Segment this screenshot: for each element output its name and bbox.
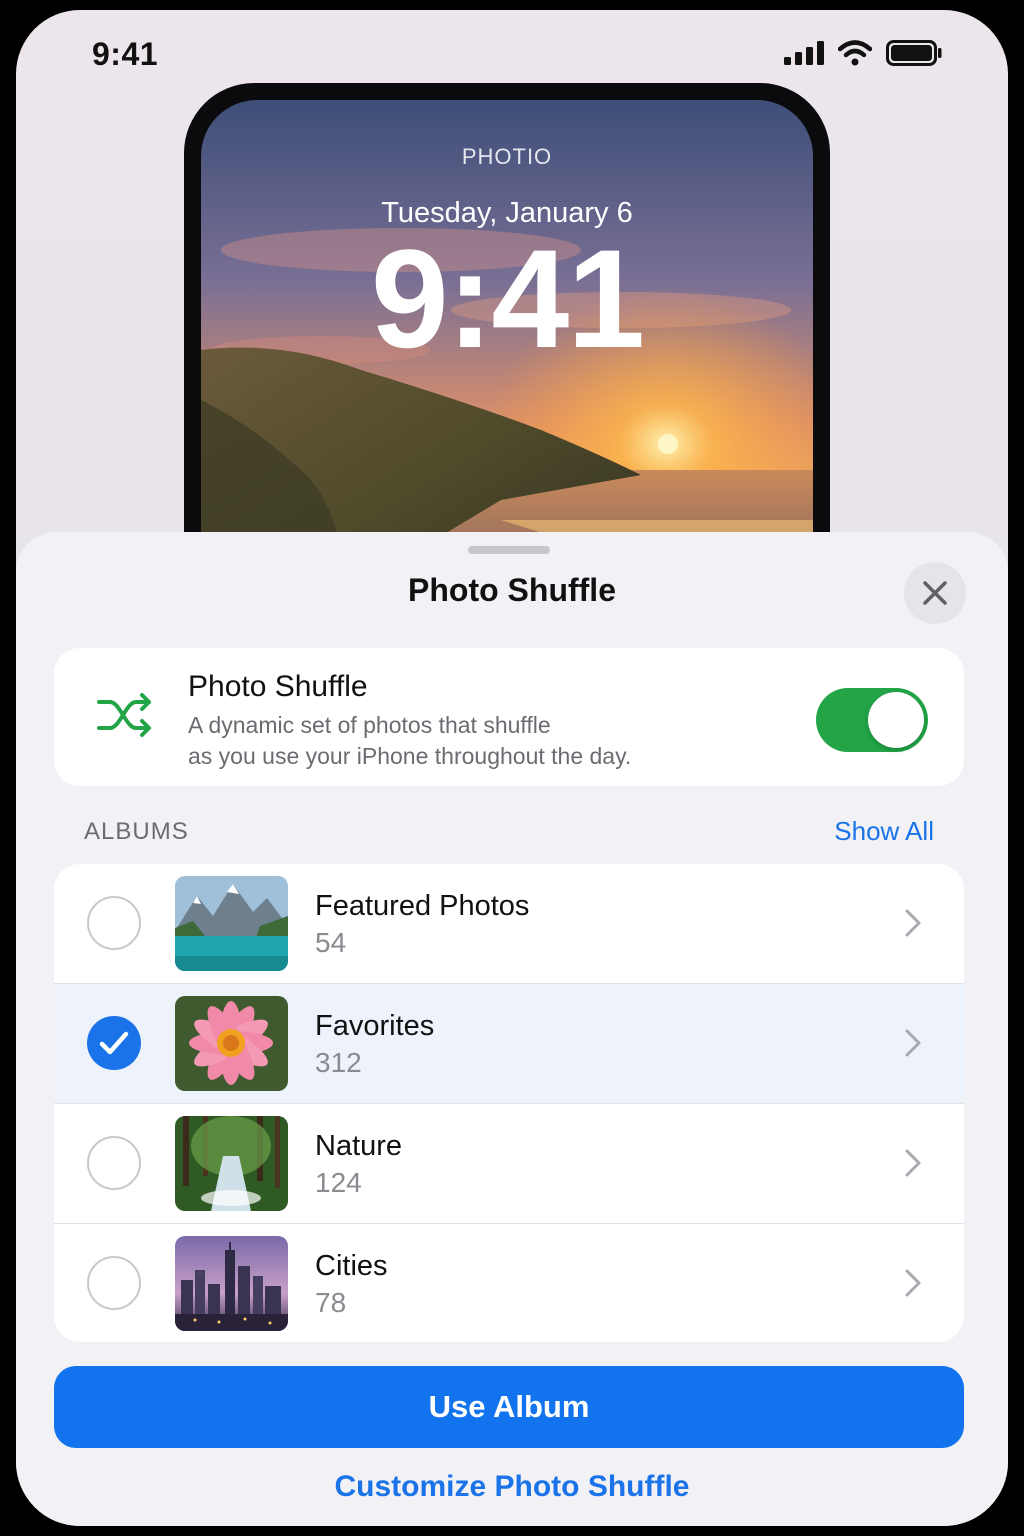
album-radio-checked[interactable] <box>87 1016 141 1070</box>
album-count: 54 <box>315 927 347 958</box>
album-thumbnail-nature <box>175 1116 288 1211</box>
checkmark-icon <box>99 1031 129 1055</box>
album-row-favorites[interactable]: Favorites 312 <box>54 984 964 1103</box>
status-icons <box>784 40 942 66</box>
status-bar: 9:41 <box>16 10 1008 90</box>
shuffle-title: Photo Shuffle <box>188 670 368 703</box>
album-count: 312 <box>315 1047 362 1078</box>
lock-screen-label: PHOTIO <box>461 144 553 169</box>
screen: 9:41 PHOTIO Tuesday, January 6 9:41 Phot… <box>16 10 1008 1526</box>
sheet-title: Photo Shuffle <box>408 572 616 608</box>
close-button[interactable] <box>904 562 966 624</box>
album-row-cities[interactable]: Cities 78 <box>54 1224 964 1342</box>
album-name: Cities <box>315 1250 388 1282</box>
shuffle-description: A dynamic set of photos that shuffle as … <box>188 710 748 772</box>
chevron-right-icon <box>905 1149 921 1177</box>
photo-shuffle-toggle[interactable] <box>816 688 928 752</box>
album-thumbnail-featured-photos <box>175 876 288 971</box>
sheet-grabber[interactable] <box>468 546 550 554</box>
album-count: 78 <box>315 1287 347 1318</box>
albums-header: ALBUMS <box>84 818 189 845</box>
wifi-icon <box>838 40 872 66</box>
album-name: Nature <box>315 1130 403 1162</box>
cellular-signal-icon <box>784 41 824 65</box>
show-all-link[interactable]: Show All <box>834 816 934 847</box>
albums-list: Featured Photos 54 Favorites 312 Nature … <box>54 864 964 1342</box>
lock-screen-preview[interactable]: PHOTIO Tuesday, January 6 9:41 <box>184 83 830 620</box>
album-thumbnail-favorites <box>175 996 288 1091</box>
close-icon <box>923 581 947 605</box>
photo-shuffle-card: Photo Shuffle A dynamic set of photos th… <box>54 648 964 786</box>
album-thumbnail-cities <box>175 1236 288 1331</box>
album-radio[interactable] <box>87 896 141 950</box>
album-row-featured-photos[interactable]: Featured Photos 54 <box>54 864 964 983</box>
chevron-right-icon <box>905 909 921 937</box>
album-name: Favorites <box>315 1010 435 1042</box>
shuffle-icon <box>97 693 151 737</box>
album-radio[interactable] <box>87 1136 141 1190</box>
customize-photo-shuffle-link[interactable]: Customize Photo Shuffle <box>16 1470 1008 1504</box>
album-count: 124 <box>315 1167 362 1198</box>
status-time: 9:41 <box>92 36 159 72</box>
toggle-knob <box>868 692 924 748</box>
album-row-nature[interactable]: Nature 124 <box>54 1104 964 1223</box>
battery-icon <box>886 40 942 66</box>
album-radio[interactable] <box>87 1256 141 1310</box>
photo-shuffle-sheet: Photo Shuffle Photo Shuffle A dynamic se… <box>16 532 1008 1526</box>
chevron-right-icon <box>905 1029 921 1057</box>
chevron-right-icon <box>905 1269 921 1297</box>
album-name: Featured Photos <box>315 890 530 922</box>
shuffle-description-line-1: A dynamic set of photos that shuffle <box>188 712 551 738</box>
use-album-button[interactable]: Use Album <box>54 1366 964 1448</box>
shuffle-description-line-2: as you use your iPhone throughout the da… <box>188 743 632 769</box>
lock-screen-time: 9:41 <box>370 220 645 377</box>
